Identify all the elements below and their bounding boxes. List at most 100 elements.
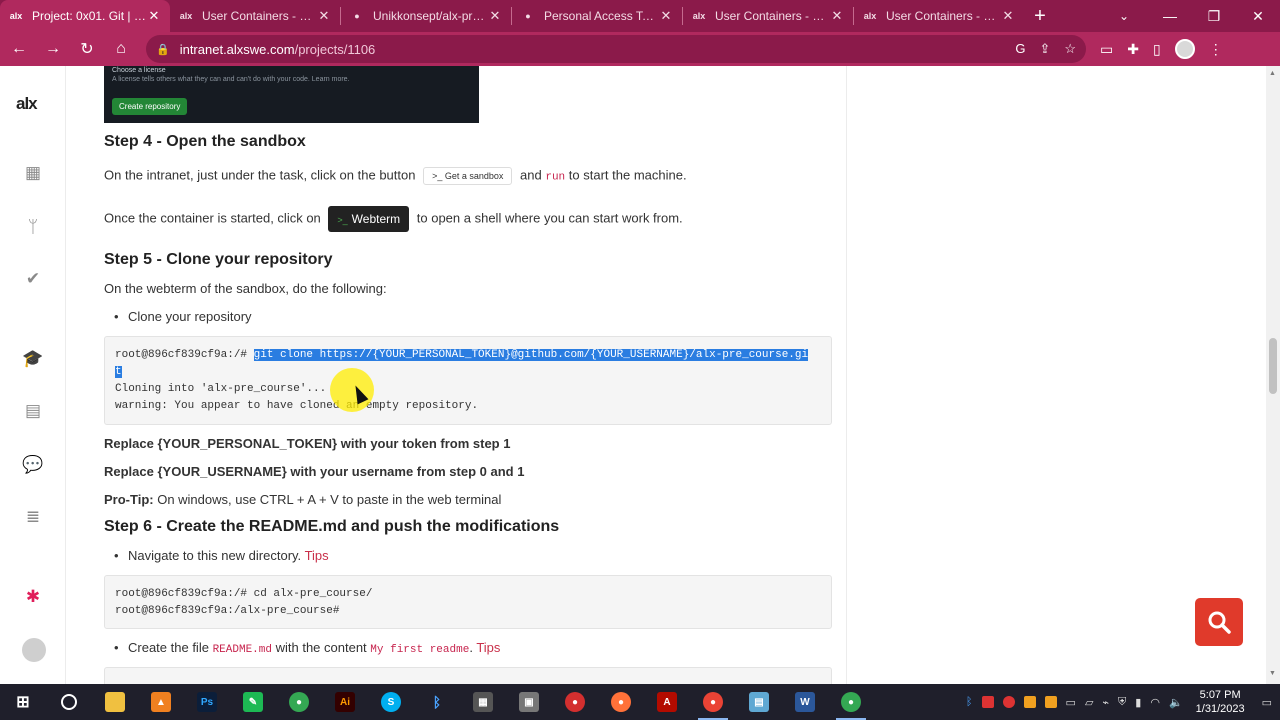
- tab-user-containers-3[interactable]: alx User Containers - web ✕: [854, 0, 1024, 32]
- battery-icon[interactable]: ▮: [1135, 696, 1141, 709]
- code-block-clone[interactable]: root@896cf839cf9a:/# git clone https://{…: [104, 336, 832, 425]
- tray-app-icon[interactable]: [1002, 696, 1015, 708]
- word-icon[interactable]: W: [782, 684, 828, 720]
- close-icon[interactable]: ✕: [316, 8, 332, 24]
- acrobat-icon[interactable]: A: [644, 684, 690, 720]
- google-icon[interactable]: G: [1015, 41, 1025, 57]
- extensions-puzzle-icon[interactable]: ✚: [1127, 41, 1139, 58]
- code-output-line: Cloning into 'alx-pre_course'...: [115, 383, 327, 395]
- file-explorer-icon[interactable]: [92, 684, 138, 720]
- display-icon[interactable]: ▭: [1066, 696, 1076, 709]
- check-icon[interactable]: ✔: [22, 268, 44, 290]
- notification-icon[interactable]: ▭: [1262, 696, 1272, 709]
- skype-icon[interactable]: S: [368, 684, 414, 720]
- tab-project-git[interactable]: alx Project: 0x01. Git | Lag ✕: [0, 0, 170, 32]
- tab-title: User Containers - web: [202, 9, 316, 23]
- bookmark-star-icon[interactable]: ☆: [1064, 41, 1076, 57]
- wifi-icon[interactable]: ◠: [1150, 696, 1160, 709]
- alx-favicon-icon: alx: [863, 11, 877, 21]
- get-sandbox-button[interactable]: >_ Get a sandbox: [423, 167, 513, 185]
- document-icon[interactable]: ▤: [22, 400, 44, 422]
- tips-link[interactable]: Tips: [476, 640, 500, 655]
- firefox-icon[interactable]: ●: [598, 684, 644, 720]
- alx-logo[interactable]: alx: [16, 94, 38, 114]
- chrome-profile-icon[interactable]: ●: [828, 684, 874, 720]
- tray-app-icon[interactable]: [981, 696, 994, 708]
- address-bar[interactable]: 🔒 intranet.alxswe.com/projects/1106 G ⇪ …: [146, 35, 1086, 63]
- close-icon[interactable]: ✕: [1000, 8, 1016, 24]
- bluetooth-icon[interactable]: ᛒ: [414, 684, 460, 720]
- close-icon[interactable]: ✕: [658, 8, 674, 24]
- lock-icon[interactable]: 🔒: [156, 43, 170, 56]
- text: and: [520, 167, 542, 183]
- list-item: Navigate to this new directory. Tips: [114, 548, 329, 563]
- close-icon[interactable]: ✕: [487, 8, 503, 24]
- tips-link[interactable]: Tips: [305, 548, 329, 563]
- reload-icon[interactable]: ↻: [72, 34, 102, 64]
- code-block-partial[interactable]: [104, 667, 832, 684]
- scrollbar[interactable]: ▲ ▼: [1266, 66, 1280, 684]
- calendar-icon[interactable]: ▦: [22, 162, 44, 184]
- tab-github-repo[interactable]: ● Unikkonsept/alx-pre_c ✕: [341, 0, 511, 32]
- readme-filename: README.md: [212, 644, 272, 656]
- tab-user-containers-1[interactable]: alx User Containers - web ✕: [170, 0, 340, 32]
- security-icon[interactable]: ⛨: [1118, 696, 1126, 709]
- profile-avatar[interactable]: [1174, 39, 1195, 59]
- photoshop-icon[interactable]: Ps: [184, 684, 230, 720]
- back-arrow-icon[interactable]: ←: [4, 34, 34, 64]
- chrome-icon[interactable]: ●: [276, 684, 322, 720]
- media-icon[interactable]: ▣: [506, 684, 552, 720]
- minimize-icon[interactable]: —: [1148, 0, 1192, 32]
- webterm-label: Webterm: [351, 212, 401, 226]
- tab-search-chevron-icon[interactable]: ⌄: [1108, 0, 1140, 32]
- restore-icon[interactable]: ❐: [1192, 0, 1236, 32]
- code-block-cd[interactable]: root@896cf839cf9a:/# cd alx-pre_course/ …: [104, 575, 832, 629]
- vlc-icon[interactable]: ▲: [138, 684, 184, 720]
- avatar[interactable]: [22, 638, 46, 662]
- tab-personal-access-token[interactable]: ● Personal Access Token ✕: [512, 0, 682, 32]
- monitor-icon[interactable]: ▱: [1085, 696, 1093, 709]
- github-create-repo-screenshot: Choose a license A license tells others …: [104, 66, 479, 123]
- chrome-active-icon[interactable]: ●: [690, 684, 736, 720]
- close-icon[interactable]: ✕: [146, 8, 162, 24]
- reading-list-icon[interactable]: ▭: [1100, 41, 1113, 58]
- slack-icon[interactable]: ✱: [22, 586, 44, 608]
- notepad-icon[interactable]: ▤: [736, 684, 782, 720]
- code-line: root@896cf839cf9a:/alx-pre_course#: [115, 605, 340, 617]
- alx-favicon-icon: alx: [179, 11, 193, 21]
- scroll-up-icon[interactable]: ▲: [1269, 70, 1276, 77]
- close-window-icon[interactable]: ✕: [1236, 0, 1280, 32]
- side-panel-icon[interactable]: ▯: [1153, 41, 1161, 58]
- scrollbar-thumb[interactable]: [1269, 338, 1277, 394]
- close-icon[interactable]: ✕: [829, 8, 845, 24]
- new-tab-plus-icon[interactable]: +: [1024, 0, 1056, 32]
- volume-icon[interactable]: 🔈: [1169, 696, 1183, 709]
- step6-heading: Step 6 - Create the README.md and push t…: [104, 518, 560, 535]
- clock[interactable]: 5:07 PM 1/31/2023: [1196, 688, 1245, 716]
- bluetooth-tray-icon[interactable]: ᛒ: [966, 696, 973, 708]
- search-button[interactable]: [1195, 598, 1243, 646]
- branch-icon[interactable]: ᛘ: [22, 216, 44, 238]
- webterm-button[interactable]: >_ Webterm: [328, 206, 410, 232]
- search-circle-icon[interactable]: [46, 684, 92, 720]
- network-icon[interactable]: ⌁: [1102, 696, 1109, 709]
- tray-app-icon[interactable]: [1044, 696, 1057, 708]
- pro-tip-text: On windows, use CTRL + A + V to paste in…: [153, 492, 502, 507]
- camtasia-icon[interactable]: ✎: [230, 684, 276, 720]
- forward-arrow-icon[interactable]: →: [38, 34, 68, 64]
- windows-start-icon[interactable]: ⊞: [0, 684, 46, 720]
- illustrator-icon[interactable]: Ai: [322, 684, 368, 720]
- recorder-icon[interactable]: ●: [552, 684, 598, 720]
- chat-icon[interactable]: 💬: [22, 454, 44, 476]
- calculator-icon[interactable]: ▦: [460, 684, 506, 720]
- graduation-cap-icon[interactable]: 🎓: [22, 348, 44, 370]
- list-icon[interactable]: ≣: [22, 506, 44, 528]
- home-icon[interactable]: ⌂: [106, 34, 136, 64]
- menu-kebab-icon[interactable]: ⋮: [1209, 41, 1223, 58]
- share-icon[interactable]: ⇪: [1039, 41, 1050, 57]
- step4-paragraph-1: On the intranet, just under the task, cl…: [104, 167, 687, 185]
- tray-app-icon[interactable]: [1023, 696, 1036, 708]
- scroll-down-icon[interactable]: ▼: [1269, 670, 1276, 677]
- replace-token-note: Replace {YOUR_PERSONAL_TOKEN} with your …: [104, 436, 511, 451]
- tab-user-containers-2[interactable]: alx User Containers - web ✕: [683, 0, 853, 32]
